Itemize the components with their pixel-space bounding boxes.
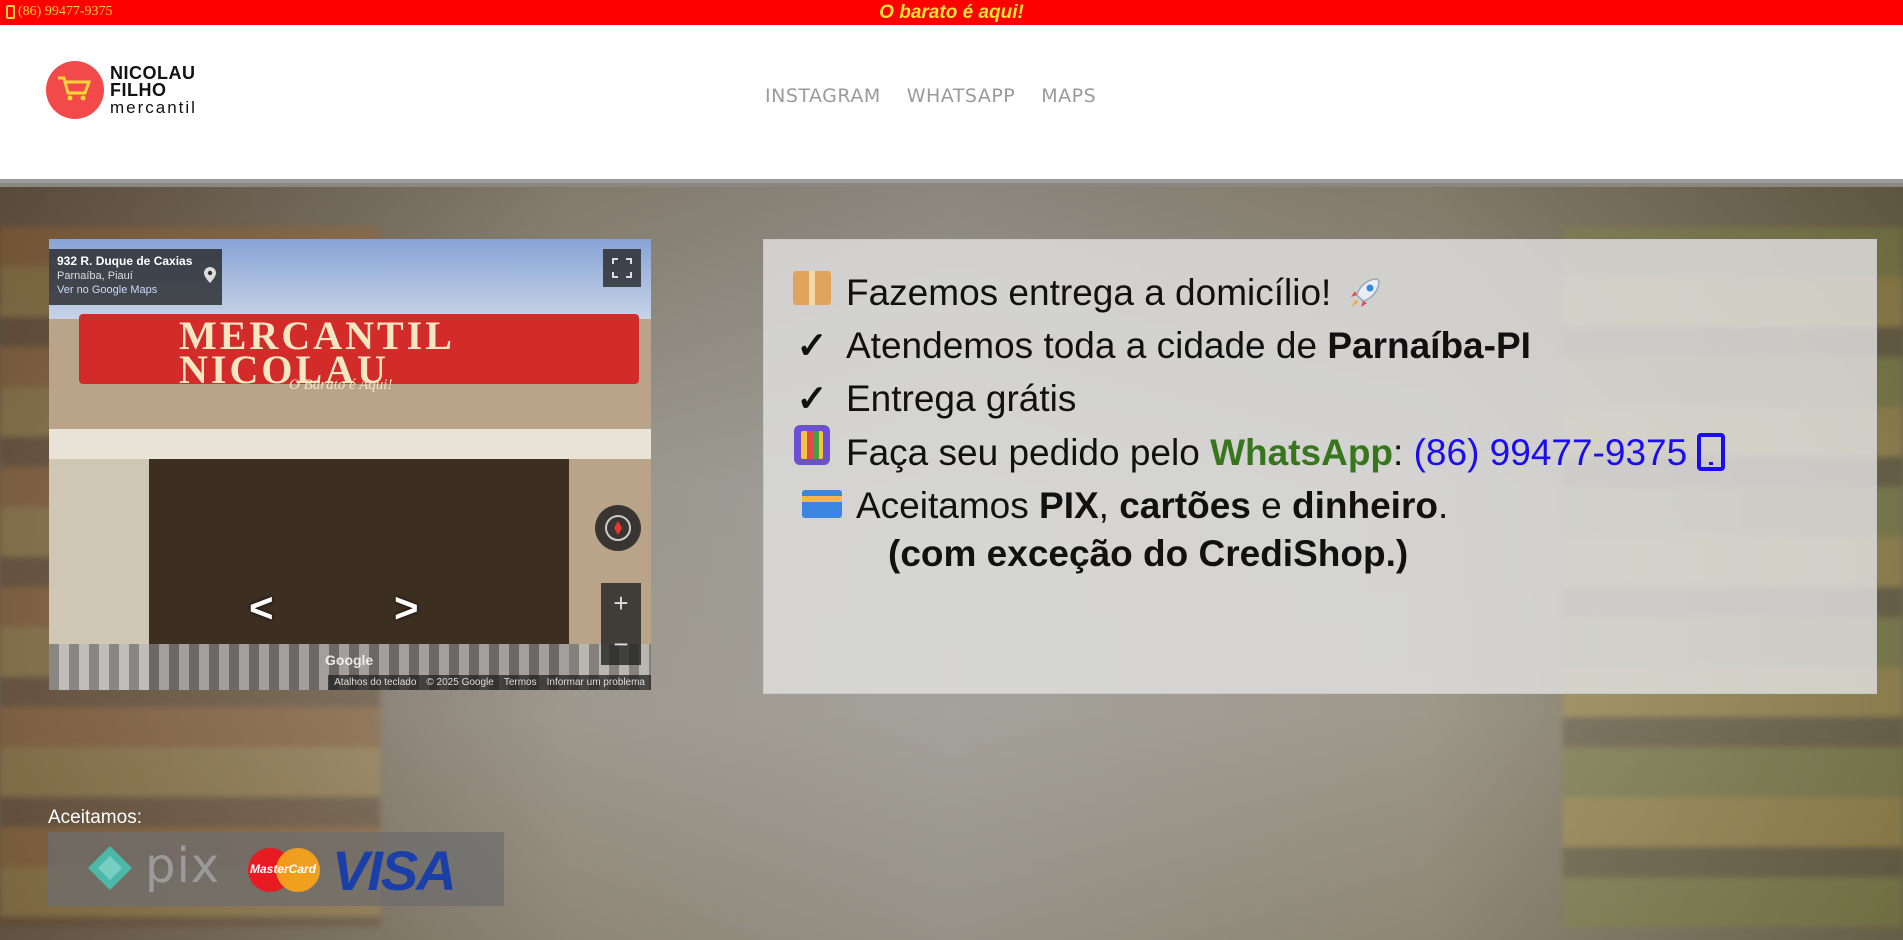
store-sign-subtitle: O Barato é Aqui! bbox=[289, 377, 393, 393]
credit-card-icon bbox=[802, 490, 842, 518]
site-header: NICOLAU FILHO mercantil INSTAGRAM WHATSA… bbox=[0, 25, 1903, 183]
keyboard-shortcuts-link[interactable]: Atalhos do teclado bbox=[334, 677, 416, 688]
whatsapp-label: WhatsApp bbox=[1210, 431, 1394, 473]
street-view-footer: Atalhos do teclado © 2025 Google Termos … bbox=[328, 675, 651, 690]
zoom-out-button[interactable]: − bbox=[601, 624, 641, 665]
compass-icon bbox=[605, 515, 631, 541]
info-line-exception: (com exceção do CrediShop.) bbox=[888, 533, 1409, 574]
map-pin-icon[interactable] bbox=[204, 267, 216, 283]
logo-line-2: FILHO bbox=[110, 79, 167, 100]
navigate-left-arrow[interactable]: < bbox=[249, 584, 274, 632]
visa-logo: VISA bbox=[332, 839, 457, 902]
whatsapp-phone-link[interactable]: (86) 99477-9375 bbox=[1414, 426, 1688, 479]
logo-line-1: NICOLAU bbox=[110, 62, 196, 83]
info-panel: Fazemos entrega a domicílio! ✓ Atendemos… bbox=[763, 239, 1877, 694]
mobile-phone-icon bbox=[1697, 433, 1726, 471]
logo-badge bbox=[46, 61, 104, 119]
google-watermark: Google bbox=[325, 652, 374, 668]
cart-icon bbox=[58, 76, 91, 101]
site-logo[interactable]: NICOLAU FILHO mercantil bbox=[46, 61, 197, 119]
main-nav: INSTAGRAM WHATSAPP MAPS bbox=[765, 85, 1096, 107]
check-icon: ✓ bbox=[796, 378, 828, 419]
info-line-delivery: Fazemos entrega a domicílio! bbox=[790, 266, 1850, 319]
mobile-apps-icon bbox=[794, 425, 830, 465]
payment-logos: pix MasterCard VISA bbox=[48, 832, 504, 906]
terms-link[interactable]: Termos bbox=[504, 677, 537, 688]
street-view-embed[interactable]: MERCANTIL NICOLAU O Barato é Aqui! 932 R… bbox=[49, 239, 651, 690]
info-line-city: ✓ Atendemos toda a cidade de Parnaíba-PI bbox=[790, 319, 1850, 372]
info-line-whatsapp: Faça seu pedido pelo WhatsApp: (86) 9947… bbox=[790, 425, 1850, 479]
street-view-address: 932 R. Duque de Caxias bbox=[57, 254, 193, 268]
top-bar: (86) 99477-9375 O barato é aqui! bbox=[0, 0, 1903, 25]
logo-line-3: mercantil bbox=[110, 97, 197, 117]
fullscreen-button[interactable] bbox=[603, 249, 641, 287]
nav-instagram[interactable]: INSTAGRAM bbox=[765, 85, 881, 107]
nav-maps[interactable]: MAPS bbox=[1041, 85, 1096, 107]
nav-whatsapp[interactable]: WHATSAPP bbox=[907, 85, 1016, 107]
compass-button[interactable] bbox=[595, 505, 641, 551]
report-problem-link[interactable]: Informar um problema bbox=[547, 677, 645, 688]
package-icon bbox=[793, 271, 831, 305]
city-name: Parnaíba-PI bbox=[1327, 325, 1531, 366]
pix-logo-text: pix bbox=[145, 838, 221, 894]
view-on-google-maps-link[interactable]: Ver no Google Maps bbox=[57, 284, 214, 296]
store-awning bbox=[49, 429, 651, 459]
zoom-in-button[interactable]: + bbox=[601, 583, 641, 624]
top-slogan: O barato é aqui! bbox=[879, 2, 1024, 23]
pix-icon bbox=[88, 846, 132, 890]
navigate-right-arrow[interactable]: > bbox=[394, 584, 419, 632]
accepted-payments-label: Aceitamos: bbox=[48, 807, 142, 828]
street-view-info-card: 932 R. Duque de Caxias Parnaíba, Piauí V… bbox=[49, 249, 222, 305]
check-icon: ✓ bbox=[796, 325, 828, 366]
info-line-payment: Aceitamos PIX, cartões e dinheiro. bbox=[800, 479, 1850, 532]
copyright-text: © 2025 Google bbox=[426, 677, 494, 688]
zoom-controls: + − bbox=[601, 583, 641, 665]
fullscreen-icon bbox=[612, 258, 632, 278]
rocket-icon bbox=[1351, 277, 1381, 307]
mastercard-logo: MasterCard bbox=[248, 848, 320, 892]
info-line-free-delivery: ✓ Entrega grátis bbox=[790, 372, 1850, 425]
street-view-city: Parnaíba, Piauí bbox=[57, 270, 133, 282]
